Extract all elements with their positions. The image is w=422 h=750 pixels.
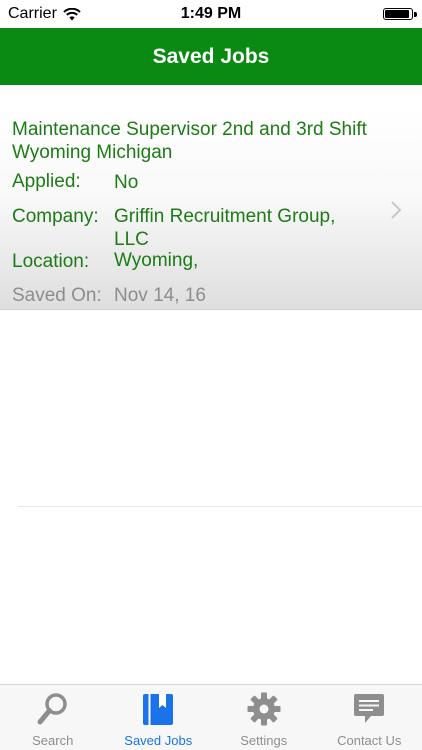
tab-label-settings: Settings [240, 733, 288, 748]
saved-job-item[interactable]: Maintenance Supervisor 2nd and 3rd Shift… [0, 104, 422, 310]
chevron-right-icon [391, 201, 402, 219]
status-time: 1:49 PM [180, 5, 242, 22]
tab-label-contact-us: Contact Us [337, 733, 402, 748]
tab-search[interactable]: Search [0, 685, 106, 750]
applied-label: Applied: [12, 171, 81, 192]
tab-contact-us[interactable]: Contact Us [317, 685, 422, 750]
saved-on-value: Nov 14, 16 [114, 285, 206, 306]
job-title: Maintenance Supervisor 2nd and 3rd Shift… [12, 119, 367, 163]
tab-bar: Search Saved Jobs Settings Contact Us [0, 684, 422, 750]
saved-on-label: Saved On: [12, 285, 102, 306]
company-label: Company: [12, 206, 99, 227]
tab-saved-jobs[interactable]: Saved Jobs [106, 685, 212, 750]
search-icon [37, 693, 67, 725]
page-title: Saved Jobs [0, 28, 422, 85]
location-value: Wyoming, [114, 250, 199, 271]
chat-bubble-icon [354, 694, 385, 723]
battery-icon [383, 8, 417, 20]
battery-fill [385, 10, 409, 18]
divider [18, 506, 422, 507]
applied-value: No [114, 172, 139, 193]
bookmark-icon [143, 694, 174, 725]
tab-label-search: Search [32, 733, 74, 748]
tab-settings[interactable]: Settings [211, 685, 317, 750]
location-label: Location: [12, 251, 90, 272]
gear-icon [247, 692, 281, 726]
status-bar: Carrier 1:49 PM [0, 0, 422, 28]
company-value: Griffin Recruitment Group, LLC [114, 206, 336, 250]
tab-label-saved-jobs: Saved Jobs [124, 733, 193, 748]
